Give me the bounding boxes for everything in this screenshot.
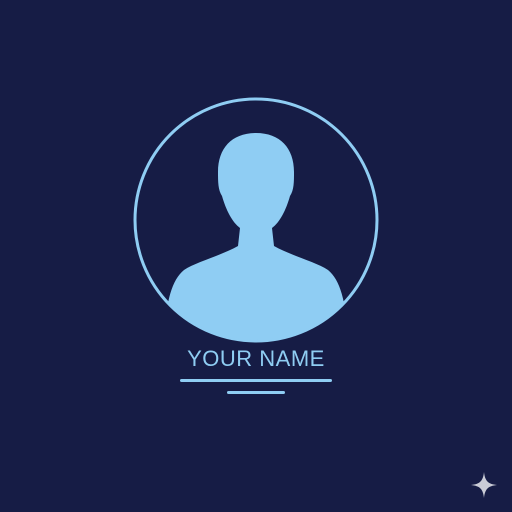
sparkle-icon (471, 472, 497, 498)
name-underline-short (227, 391, 285, 394)
person-silhouette-icon (164, 133, 348, 340)
avatar (133, 97, 379, 343)
profile-card: YOUR NAME (0, 0, 512, 512)
name-underline (180, 379, 332, 382)
name-label: YOUR NAME (187, 346, 325, 371)
